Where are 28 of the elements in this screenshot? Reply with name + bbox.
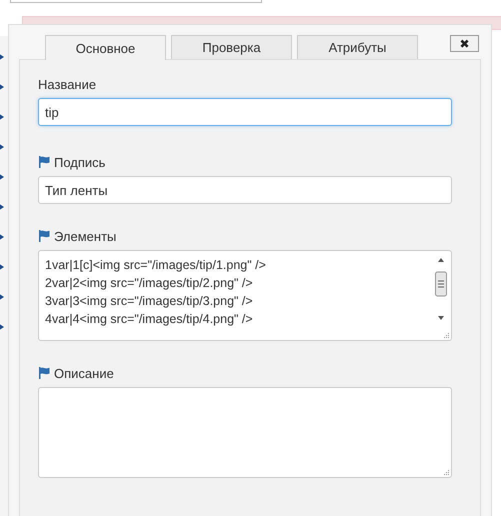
field-label: Подпись [54, 154, 106, 170]
arrow-bullet-icon [0, 234, 4, 240]
arrow-bullet-icon [0, 114, 4, 120]
arrow-bullet-icon [0, 264, 4, 270]
close-button[interactable]: ✖ [450, 35, 479, 52]
field-label: Описание [54, 366, 114, 380]
text-area[interactable]: 1var|1[c]<img src="/images/tip/1.png" /> 2var|2<img src="/images/tip/2.png" /> 3var|3<img src="/images/tip/3.png" /> 4var|4<img src="/images/tip/4.png" /> [38, 250, 452, 341]
resize-grip-icon[interactable] [443, 332, 449, 338]
arrow-bullet-icon [0, 324, 4, 330]
tab[interactable]: Основное [45, 35, 166, 60]
resize-grip-icon[interactable] [443, 469, 449, 475]
text-area[interactable] [38, 387, 452, 478]
text-line: 2var|2<img src="/images/tip/2.png" /> [45, 275, 254, 292]
field-label: Элементы [54, 228, 116, 244]
arrow-bullet-icon [0, 204, 4, 210]
arrow-bullet-icon [0, 174, 4, 180]
arrow-bullet-icon [0, 144, 4, 150]
tab[interactable]: Проверка [171, 35, 292, 59]
arrow-bullet-icon [0, 294, 4, 300]
arrow-bullet-icon [0, 54, 4, 60]
text-line: 3var|3<img src="/images/tip/3.png" /> [45, 293, 254, 310]
text-line: 4var|4<img src="/images/tip/4.png" /> [45, 311, 254, 328]
text-field[interactable]: Тип ленты [38, 176, 452, 204]
text-field[interactable]: tip [38, 98, 452, 126]
arrow-bullet-icon [0, 84, 4, 90]
tab[interactable]: Атрибуты [297, 35, 418, 59]
text-line: 1var|1[c]<img src="/images/tip/1.png" /> [45, 257, 267, 274]
field-label: Название [38, 76, 96, 92]
